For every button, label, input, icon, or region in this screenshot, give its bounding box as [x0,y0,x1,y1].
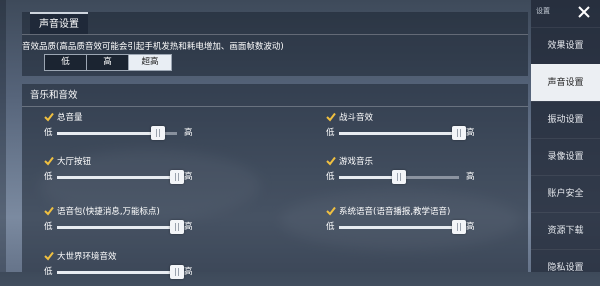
volume-item-5-slider[interactable] [339,220,466,234]
volume-item-1-slider[interactable] [339,126,466,140]
volume-item-1-label: 战斗音效 [339,113,374,123]
high-label: 高 [184,128,193,138]
low-label: 低 [326,222,335,232]
slider-handle[interactable] [452,126,466,140]
volume-item-5-label: 系统语音(语音播报,教学语音) [339,207,451,217]
slider-fill [339,176,399,179]
high-label: 高 [466,222,475,232]
checkmark-icon[interactable] [44,156,54,166]
low-label: 低 [44,267,53,277]
low-label: 低 [326,172,335,182]
low-label: 低 [44,128,53,138]
checkmark-icon[interactable] [326,156,336,166]
low-label: 低 [44,222,53,232]
sidebar-item-privacy[interactable]: 隐私设置 [531,249,600,286]
volume-item-0-label: 总音量 [57,113,83,123]
slider-fill [57,226,177,229]
sidebar-item-account-security[interactable]: 账户安全 [531,175,600,212]
sidebar-item-vibration[interactable]: 振动设置 [531,101,600,138]
quality-selector: 低 高 超高 [44,54,172,71]
low-label: 低 [44,172,53,182]
checkmark-icon[interactable] [326,112,336,122]
checkmark-icon[interactable] [44,206,54,216]
sidebar-item-resource-download[interactable]: 资源下载 [531,212,600,249]
checkmark-icon[interactable] [44,251,54,261]
volume-item-6-label: 大世界环境音效 [57,252,117,262]
quality-option-low[interactable]: 低 [45,55,87,70]
slider-handle[interactable] [150,126,165,140]
sidebar-item-recording[interactable]: 录像设置 [531,138,600,175]
quality-description: 音效品质(高品质音效可能会引起手机发热和耗电增加、画面帧数波动) [22,42,284,52]
volume-item-0-slider[interactable] [57,126,177,140]
volume-item-3-slider[interactable] [339,170,459,184]
low-label: 低 [326,128,335,138]
volume-item-2-slider[interactable] [57,170,184,184]
close-icon[interactable] [577,4,591,18]
checkmark-icon[interactable] [44,112,54,122]
quality-option-ultra[interactable]: 超高 [129,55,171,70]
sidebar-item-effects[interactable]: 效果设置 [531,27,600,64]
slider-handle[interactable] [392,170,406,184]
slider-handle[interactable] [452,220,466,234]
volume-item-6-slider[interactable] [57,265,184,279]
slider-fill [339,132,459,135]
settings-sidebar: 设置 效果设置 声音设置 振动设置 录像设置 账户安全 资源下载 隐私设置 [531,0,600,273]
slider-fill [57,271,177,274]
slider-handle[interactable] [170,170,184,184]
left-edge [0,0,6,272]
volume-item-4-slider[interactable] [57,220,184,234]
panel-header: 声音设置 [22,12,528,35]
tab-sound-settings: 声音设置 [30,12,88,34]
checkmark-icon[interactable] [326,206,336,216]
volume-item-3-label: 游戏音乐 [339,157,374,167]
quality-option-high[interactable]: 高 [87,55,129,70]
panel-header: 音乐和音效 [22,84,528,107]
slider-handle[interactable] [170,265,184,279]
music-effects-title: 音乐和音效 [30,90,78,101]
slider-handle[interactable] [170,220,184,234]
high-label: 高 [184,222,193,232]
high-label: 高 [184,267,193,277]
high-label: 高 [184,172,193,182]
high-label: 高 [466,172,475,182]
volume-item-2-label: 大厅按钮 [57,157,92,167]
slider-fill [339,226,459,229]
sidebar-item-sound[interactable]: 声音设置 [531,64,600,101]
slider-fill [57,176,177,179]
sidebar-title: 设置 [536,7,550,15]
volume-item-4-label: 语音包(快捷消息,万能标点) [57,207,160,217]
sidebar-header: 设置 [531,0,600,22]
slider-fill [57,132,158,135]
high-label: 高 [466,128,475,138]
